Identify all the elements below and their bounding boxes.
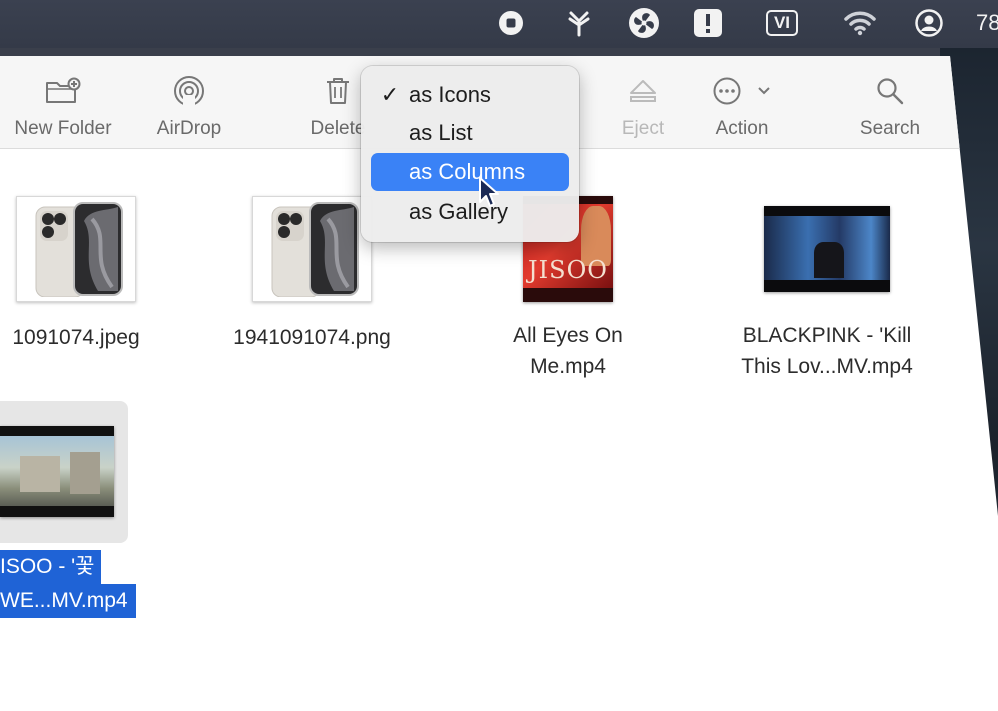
search-button[interactable]: Search bbox=[852, 74, 928, 140]
video-thumbnail-selected[interactable] bbox=[0, 426, 114, 517]
menu-item-label: as Icons bbox=[409, 82, 491, 107]
video-thumbnail bbox=[764, 206, 890, 292]
stop-circle-icon[interactable] bbox=[496, 8, 526, 38]
thumb-caption: JISOO bbox=[528, 256, 608, 284]
eject-icon bbox=[629, 74, 657, 108]
menu-item-as-columns[interactable]: as Columns bbox=[371, 153, 569, 191]
eject-button[interactable]: Eject bbox=[610, 74, 676, 140]
search-icon bbox=[876, 74, 904, 108]
airdrop-label: AirDrop bbox=[156, 118, 222, 139]
menu-item-as-icons[interactable]: ✓ as Icons bbox=[371, 76, 569, 114]
airdrop-button[interactable]: AirDrop bbox=[146, 74, 232, 140]
file-name: 1091074.jpeg bbox=[12, 326, 140, 349]
mouse-pointer-icon bbox=[478, 176, 502, 215]
fork-icon[interactable] bbox=[564, 8, 594, 38]
menu-item-label: as List bbox=[409, 120, 473, 145]
file-name-line1: All Eyes On bbox=[513, 324, 623, 347]
checkmark-icon: ✓ bbox=[380, 82, 400, 107]
new-folder-icon bbox=[45, 74, 81, 108]
file-name-line2: Me.mp4 bbox=[530, 355, 606, 378]
view-options-menu: ✓ as Icons as List as Columns as Gallery bbox=[361, 66, 579, 242]
menu-item-label: as Columns bbox=[409, 159, 526, 184]
input-method-label: VI bbox=[765, 10, 799, 36]
file-item-jpeg[interactable]: 1091074.jpeg bbox=[0, 196, 156, 353]
iphone-thumbnail bbox=[252, 196, 372, 302]
action-label: Action bbox=[715, 118, 769, 139]
menu-bar: VI 78 bbox=[0, 0, 998, 48]
trash-icon bbox=[325, 74, 351, 108]
menu-item-as-list[interactable]: as List bbox=[371, 114, 569, 152]
airdrop-icon bbox=[173, 74, 205, 108]
file-item-kill-this-love[interactable]: BLACKPINK - 'Kill This Lov...MV.mp4 bbox=[720, 196, 934, 382]
iphone-thumbnail bbox=[16, 196, 136, 302]
file-name-line1: BLACKPINK - 'Kill bbox=[742, 324, 912, 347]
selected-file-name-line1[interactable]: ISOO - '꽃 bbox=[0, 550, 101, 584]
action-button[interactable]: Action bbox=[706, 74, 778, 140]
wifi-icon[interactable] bbox=[842, 8, 878, 38]
new-folder-label: New Folder bbox=[14, 118, 112, 139]
vi-input-icon[interactable]: VI bbox=[760, 8, 804, 38]
new-folder-button[interactable]: New Folder bbox=[4, 74, 122, 140]
selected-file-name-line2[interactable]: WE...MV.mp4 bbox=[0, 584, 136, 618]
file-name-line2: This Lov...MV.mp4 bbox=[741, 355, 913, 378]
user-circle-icon[interactable] bbox=[914, 8, 944, 38]
search-label: Search bbox=[859, 118, 921, 139]
warning-icon[interactable] bbox=[692, 8, 724, 38]
clock-text: 78 bbox=[976, 10, 998, 35]
delete-label: Delete bbox=[310, 118, 366, 139]
menu-item-as-gallery[interactable]: as Gallery bbox=[371, 193, 569, 231]
eject-label: Eject bbox=[621, 118, 665, 139]
fan-icon[interactable] bbox=[627, 8, 661, 38]
file-name: 1941091074.png bbox=[233, 326, 391, 349]
action-ellipsis-icon bbox=[712, 74, 772, 108]
